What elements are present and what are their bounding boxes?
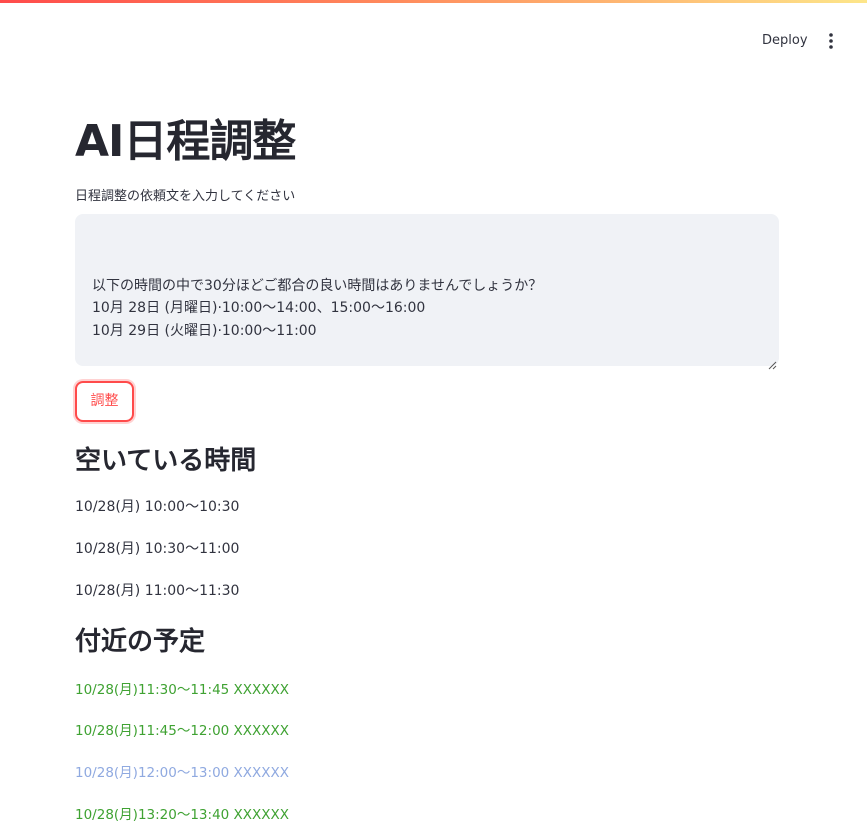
main-menu-button[interactable] <box>822 29 840 53</box>
free-time-slot: 10/28(月) 10:30〜11:00 <box>75 541 240 557</box>
nearby-events-heading: 付近の予定 <box>75 627 206 657</box>
app-header: Deploy <box>0 3 867 63</box>
adjust-button[interactable]: 調整 <box>75 381 134 422</box>
free-times-heading: 空いている時間 <box>75 446 257 476</box>
deploy-button[interactable]: Deploy <box>752 30 818 52</box>
nearby-event: 10/28(月)11:30〜11:45 XXXXXX <box>75 682 290 698</box>
request-input-label: 日程調整の依頼文を入力してください <box>75 189 296 204</box>
vertical-ellipsis-icon <box>822 29 840 53</box>
request-textarea-container <box>75 214 779 370</box>
nearby-event: 10/28(月)11:45〜12:00 XXXXXX <box>75 723 290 739</box>
free-time-slot: 10/28(月) 10:00〜10:30 <box>75 499 240 515</box>
request-textarea[interactable] <box>75 214 779 366</box>
free-time-slot: 10/28(月) 11:00〜11:30 <box>75 583 240 599</box>
nearby-event: 10/28(月)12:00〜13:00 XXXXXX <box>75 765 290 781</box>
page-title: AI日程調整 <box>75 116 296 167</box>
nearby-event: 10/28(月)13:20〜13:40 XXXXXX <box>75 807 290 823</box>
resize-handle-icon[interactable] <box>768 355 777 370</box>
